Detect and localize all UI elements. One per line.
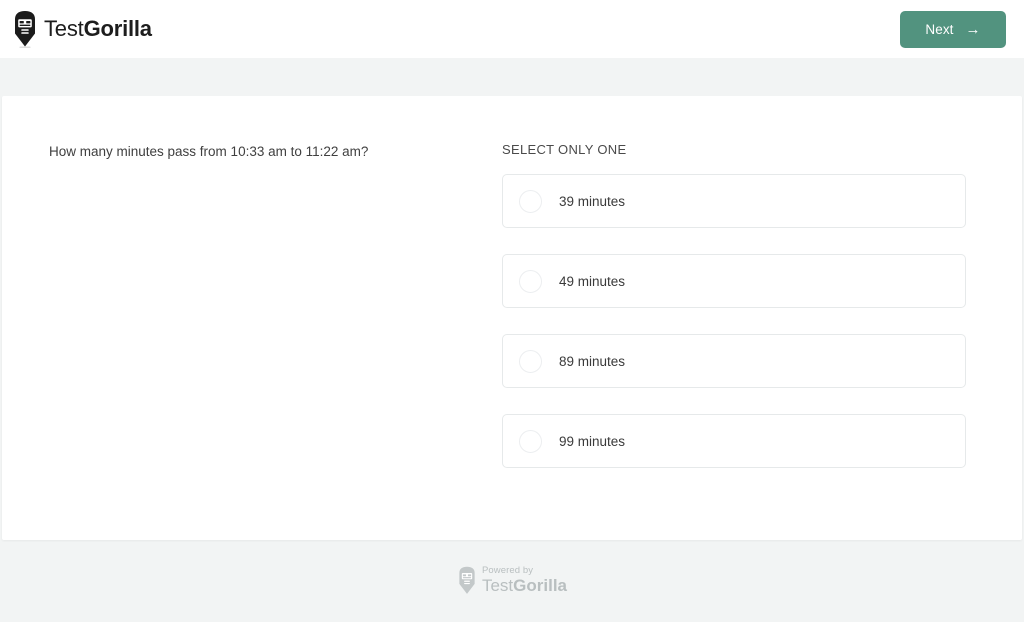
question-card: How many minutes pass from 10:33 am to 1… xyxy=(2,96,1022,540)
option-label: 99 minutes xyxy=(559,433,626,449)
gorilla-head-icon xyxy=(457,566,477,595)
footer-brand-name: TestGorilla xyxy=(482,577,567,594)
option-list: 39 minutes 49 minutes 89 minutes 99 minu… xyxy=(502,174,966,468)
option-row-2[interactable]: 49 minutes xyxy=(502,254,966,308)
next-button[interactable]: Next → xyxy=(900,10,1006,48)
footer-text-block: Powered by TestGorilla xyxy=(482,566,567,595)
next-button-label: Next xyxy=(925,21,954,37)
radio-button-icon[interactable] xyxy=(519,269,542,293)
radio-button-icon[interactable] xyxy=(519,189,542,213)
answers-pane: SELECT ONLY ONE 39 minutes 49 minutes 89… xyxy=(502,142,1022,540)
arrow-right-icon: → xyxy=(965,20,981,38)
page-footer: Powered by TestGorilla xyxy=(0,540,1024,620)
powered-by-label: Powered by xyxy=(481,564,534,576)
radio-button-icon[interactable] xyxy=(519,429,542,453)
option-row-3[interactable]: 89 minutes xyxy=(502,334,966,388)
question-text: How many minutes pass from 10:33 am to 1… xyxy=(49,144,369,159)
option-row-1[interactable]: 39 minutes xyxy=(502,174,966,228)
footer-brand-second: Gorilla xyxy=(513,576,568,596)
footer-brand-first: Test xyxy=(481,576,514,596)
option-label: 49 minutes xyxy=(559,273,626,289)
option-row-4[interactable]: 99 minutes xyxy=(502,414,966,468)
option-label: 39 minutes xyxy=(559,193,626,209)
powered-by-logo: Powered by TestGorilla xyxy=(457,566,567,595)
radio-button-icon[interactable] xyxy=(519,349,542,373)
brand-logo: TestGorilla xyxy=(12,10,152,48)
select-instruction-label: SELECT ONLY ONE xyxy=(502,142,627,157)
header-content-divider xyxy=(0,58,1024,96)
gorilla-head-icon xyxy=(12,10,38,48)
app-header: TestGorilla Next → xyxy=(0,0,1024,58)
brand-name-second: Gorilla xyxy=(83,16,152,41)
option-label: 89 minutes xyxy=(559,353,626,369)
brand-name: TestGorilla xyxy=(44,18,152,40)
question-pane: How many minutes pass from 10:33 am to 1… xyxy=(2,142,502,540)
brand-name-first: Test xyxy=(44,16,84,41)
